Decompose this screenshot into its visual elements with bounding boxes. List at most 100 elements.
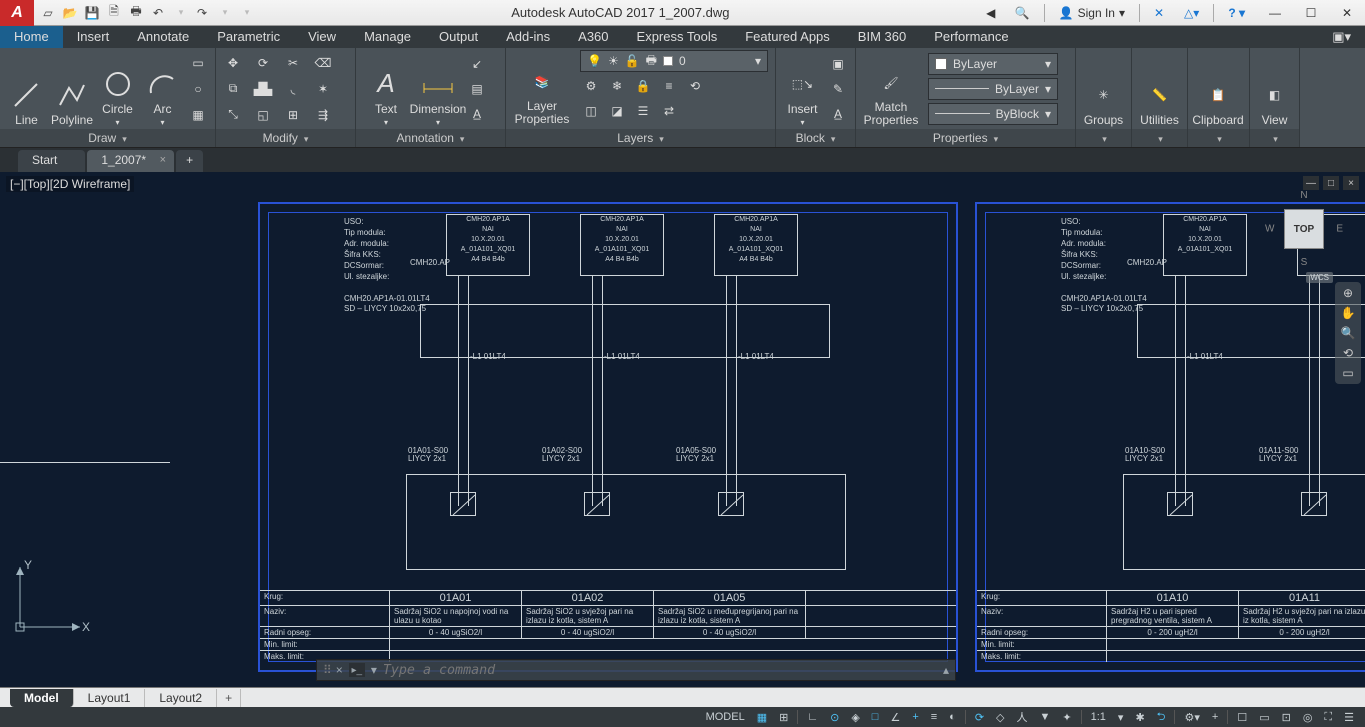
arc-button[interactable]: Arc▾ xyxy=(142,51,183,127)
dyninput-icon[interactable]: + xyxy=(907,708,923,726)
cmd-recent-icon[interactable]: ▾ xyxy=(371,663,377,677)
fillet-icon[interactable]: ◟ xyxy=(282,78,304,100)
match-properties-button[interactable]: 🖌Match Properties xyxy=(862,51,920,127)
viewcube[interactable]: N S E W TOP xyxy=(1265,190,1343,268)
tab-addins[interactable]: Add-ins xyxy=(492,26,564,48)
cmd-close-icon[interactable]: × xyxy=(336,663,343,677)
tab-close-icon[interactable]: × xyxy=(160,154,166,166)
layer-combo[interactable]: 💡 ☀ 🔓 🖶 0 ▾ xyxy=(580,50,768,72)
groups-button[interactable]: ✳Groups xyxy=(1082,51,1125,127)
tab-view[interactable]: View xyxy=(294,26,350,48)
edit-block-icon[interactable]: ✎ xyxy=(827,78,849,100)
new-icon[interactable]: ▱ xyxy=(38,3,58,23)
app-logo[interactable]: A xyxy=(0,0,34,26)
layout2-tab[interactable]: Layout2 xyxy=(145,689,217,707)
save-icon[interactable]: 💾 xyxy=(82,3,102,23)
clipboard-button[interactable]: 📋Clipboard xyxy=(1194,51,1242,127)
transparency-icon[interactable]: ◐ xyxy=(944,708,961,726)
view-controls[interactable]: [−][Top][2D Wireframe] xyxy=(6,176,134,192)
tab-parametric[interactable]: Parametric xyxy=(203,26,294,48)
tab-annotate[interactable]: Annotate xyxy=(123,26,203,48)
edit-attr-icon[interactable]: A̲ xyxy=(827,103,849,125)
tab-document[interactable]: 1_2007*× xyxy=(87,150,174,172)
qat-customize[interactable] xyxy=(236,3,256,23)
search-back-icon[interactable]: ◀ xyxy=(981,3,1001,23)
minimize-button[interactable]: — xyxy=(1257,0,1293,26)
tab-insert[interactable]: Insert xyxy=(63,26,124,48)
array-icon[interactable]: ⊞ xyxy=(282,104,304,126)
annovisibility-icon[interactable]: ✱ xyxy=(1130,708,1149,726)
quickprops-icon[interactable]: ▭ xyxy=(1254,708,1274,726)
sign-in-button[interactable]: 👤 Sign In ▾ xyxy=(1053,4,1131,22)
viewport-maximize-icon[interactable]: □ xyxy=(1323,176,1339,190)
circle-button[interactable]: Circle▾ xyxy=(97,51,138,127)
cmd-customize-icon[interactable]: ▴ xyxy=(943,663,949,677)
open-icon[interactable]: 📂 xyxy=(60,3,80,23)
command-input[interactable] xyxy=(383,663,937,678)
plot-icon[interactable]: 🖶 xyxy=(126,3,146,23)
tab-a360[interactable]: A360 xyxy=(564,26,622,48)
viewport-close-icon[interactable]: × xyxy=(1343,176,1359,190)
mtext-icon[interactable]: A̲ xyxy=(466,103,488,125)
scale-icon[interactable]: ◱ xyxy=(252,104,274,126)
mirror-icon[interactable]: ▟▙ xyxy=(252,78,274,100)
tab-new-button[interactable]: + xyxy=(176,150,203,172)
layer-lock-icon[interactable]: 🔒 xyxy=(632,75,654,97)
layer-properties-button[interactable]: 📚 Layer Properties xyxy=(512,50,572,126)
move-icon[interactable]: ✥ xyxy=(222,52,244,74)
zoom-icon[interactable]: 🔍 xyxy=(1341,326,1356,340)
leader-icon[interactable]: ↙ xyxy=(466,53,488,75)
wcs-label[interactable]: WCS xyxy=(1306,272,1333,283)
color-combo[interactable]: ByLayer▾ xyxy=(928,53,1058,75)
utilities-button[interactable]: 📏Utilities xyxy=(1138,51,1181,127)
linetype-combo[interactable]: ByBlock▾ xyxy=(928,103,1058,125)
insert-button[interactable]: ⬚↘Insert▾ xyxy=(782,51,823,127)
copy-icon[interactable]: ⧉ xyxy=(222,78,244,100)
cmd-grip-icon[interactable]: ⠿ xyxy=(323,663,330,677)
layer-uniso-icon[interactable]: ◪ xyxy=(606,100,628,122)
viewcube-s[interactable]: S xyxy=(1301,257,1308,268)
units-icon[interactable]: ☐ xyxy=(1232,708,1252,726)
trim-icon[interactable]: ✂ xyxy=(282,52,304,74)
rectangle-icon[interactable]: ▭ xyxy=(187,52,209,74)
selection-cycle-icon[interactable]: ⟳ xyxy=(970,708,989,726)
selection-filter-icon[interactable]: ▼ xyxy=(1035,708,1056,726)
stretch-icon[interactable]: ⤡ xyxy=(222,104,244,126)
rotate-icon[interactable]: ⟳ xyxy=(252,52,274,74)
drawing-area[interactable]: [−][Top][2D Wireframe] — □ × USO:Tip mod… xyxy=(0,172,1365,687)
exchange-icon[interactable]: ✕ xyxy=(1148,4,1170,22)
tab-start[interactable]: Start xyxy=(18,150,85,172)
redo-icon[interactable]: ↷ xyxy=(192,3,212,23)
offset-icon[interactable]: ⇶ xyxy=(312,104,334,126)
layer-iso-icon[interactable]: ◫ xyxy=(580,100,602,122)
undo-dropdown[interactable] xyxy=(170,3,190,23)
undo-icon[interactable]: ↶ xyxy=(148,3,168,23)
clipboard-expand[interactable] xyxy=(1215,131,1222,145)
command-line[interactable]: ⠿ × ▸_ ▾ ▴ xyxy=(316,659,956,681)
annotation-monitor-icon[interactable]: + xyxy=(1207,708,1223,726)
dimension-button[interactable]: Dimension▾ xyxy=(414,51,462,127)
annoautoscale-icon[interactable]: ⮌ xyxy=(1152,708,1171,726)
a360-icon[interactable]: △▾ xyxy=(1178,4,1205,22)
dyn-ucs-icon[interactable]: 人 xyxy=(1012,708,1033,726)
customize-status-icon[interactable]: ☰ xyxy=(1339,708,1359,726)
ellipse-icon[interactable]: ○ xyxy=(187,78,209,100)
close-button[interactable]: ✕ xyxy=(1329,0,1365,26)
osnap-icon[interactable]: □ xyxy=(867,708,884,726)
layer-freeze-icon[interactable]: ❄ xyxy=(606,75,628,97)
view-button[interactable]: ◧View xyxy=(1256,51,1293,127)
tab-featured[interactable]: Featured Apps xyxy=(731,26,844,48)
annoscale-dropdown[interactable]: ▾ xyxy=(1113,708,1129,726)
otrack-icon[interactable]: ∠ xyxy=(885,708,905,726)
modelspace-toggle[interactable]: MODEL xyxy=(701,708,750,726)
ortho-icon[interactable]: ∟ xyxy=(802,708,823,726)
tab-home[interactable]: Home xyxy=(0,26,63,48)
erase-icon[interactable]: ⌫ xyxy=(312,52,334,74)
model-tab[interactable]: Model xyxy=(10,689,74,707)
redo-dropdown[interactable] xyxy=(214,3,234,23)
tab-manage[interactable]: Manage xyxy=(350,26,425,48)
layout1-tab[interactable]: Layout1 xyxy=(74,689,146,707)
viewport-minimize-icon[interactable]: — xyxy=(1303,176,1319,190)
text-button[interactable]: AText▾ xyxy=(362,51,410,127)
polyline-button[interactable]: Polyline xyxy=(51,51,93,127)
